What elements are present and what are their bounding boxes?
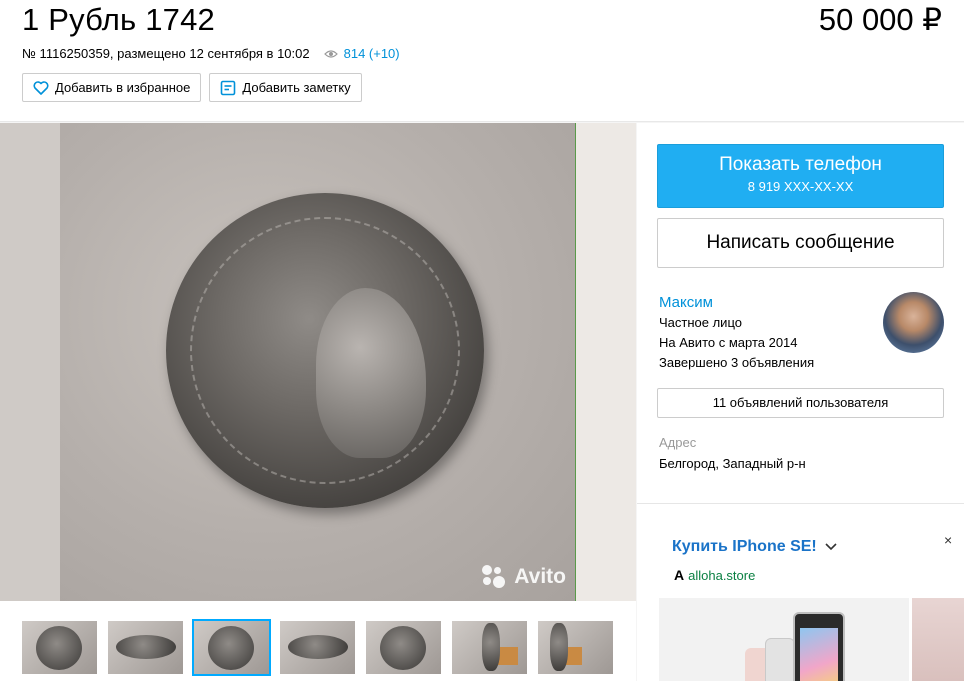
seller-type: Частное лицо: [659, 315, 742, 330]
ad-image-secondary[interactable]: [912, 598, 964, 681]
ad-title-text: Купить IPhone SE!: [672, 538, 817, 555]
contact-sidebar: Показать телефон 8 919 XXX-XX-XX Написат…: [637, 123, 964, 681]
seller-avatar[interactable]: [883, 292, 944, 353]
thumbnail[interactable]: [366, 621, 441, 674]
listing-title: 1 Рубль 1742: [22, 2, 215, 37]
add-to-favorites-label: Добавить в избранное: [55, 80, 191, 95]
thumbnail[interactable]: [108, 621, 183, 674]
listing-page: 1 Рубль 1742 50 000 ₽ № 1116250359, разм…: [0, 0, 964, 681]
coin-portrait: [316, 288, 426, 458]
ad-source-text: alloha.store: [688, 567, 756, 583]
ad-image[interactable]: [659, 598, 909, 681]
listing-actions: Добавить в избранное Добавить заметку: [22, 73, 362, 102]
ad-source[interactable]: A alloha.store: [674, 567, 755, 583]
photo-gallery: Avito: [0, 123, 636, 681]
ad-source-icon: A: [674, 567, 685, 583]
listing-meta-text: № 1116250359, размещено 12 сентября в 10…: [22, 46, 310, 61]
thumbnail[interactable]: [538, 621, 613, 674]
ad-title-link[interactable]: Купить IPhone SE!: [672, 538, 837, 556]
avito-watermark-text: Avito: [514, 565, 566, 588]
address-value: Белгород, Западный р-н: [659, 456, 806, 471]
avito-watermark: Avito: [482, 565, 566, 589]
note-icon: [221, 80, 236, 95]
show-phone-label: Показать телефон: [719, 154, 882, 175]
divider: [637, 503, 964, 504]
add-note-button[interactable]: Добавить заметку: [209, 73, 362, 102]
thumbnail[interactable]: [452, 621, 527, 674]
thumbnail[interactable]: [280, 621, 355, 674]
eye-icon: [323, 49, 338, 58]
seller-completed: Завершено 3 объявления: [659, 355, 815, 370]
seller-name-link[interactable]: Максим: [659, 294, 713, 311]
heart-icon: [33, 80, 49, 95]
ad-close-icon[interactable]: ×: [944, 532, 952, 548]
avito-logo-icon: [482, 565, 508, 589]
views-count-link[interactable]: 814 (+10): [344, 46, 400, 61]
add-note-label: Добавить заметку: [242, 80, 351, 95]
seller-since: На Авито с марта 2014: [659, 335, 798, 350]
address-label: Адрес: [659, 435, 697, 450]
show-phone-button[interactable]: Показать телефон 8 919 XXX-XX-XX: [657, 144, 944, 208]
seller-ads-button[interactable]: 11 объявлений пользователя: [657, 388, 944, 418]
main-photo[interactable]: Avito: [0, 123, 636, 601]
coin-image: [166, 193, 484, 508]
write-message-button[interactable]: Написать сообщение: [657, 218, 944, 268]
listing-meta: № 1116250359, размещено 12 сентября в 10…: [22, 46, 400, 61]
thumbnail-active[interactable]: [192, 619, 271, 676]
listing-price: 50 000 ₽: [818, 2, 942, 37]
chevron-down-icon: [825, 543, 837, 551]
thumbnail[interactable]: [22, 621, 97, 674]
add-to-favorites-button[interactable]: Добавить в избранное: [22, 73, 202, 102]
phone-masked: 8 919 XXX-XX-XX: [747, 179, 854, 194]
listing-header: 1 Рубль 1742 50 000 ₽ № 1116250359, разм…: [0, 0, 964, 122]
thumbnail-strip: [22, 619, 613, 676]
main-photo-image: [60, 123, 576, 601]
